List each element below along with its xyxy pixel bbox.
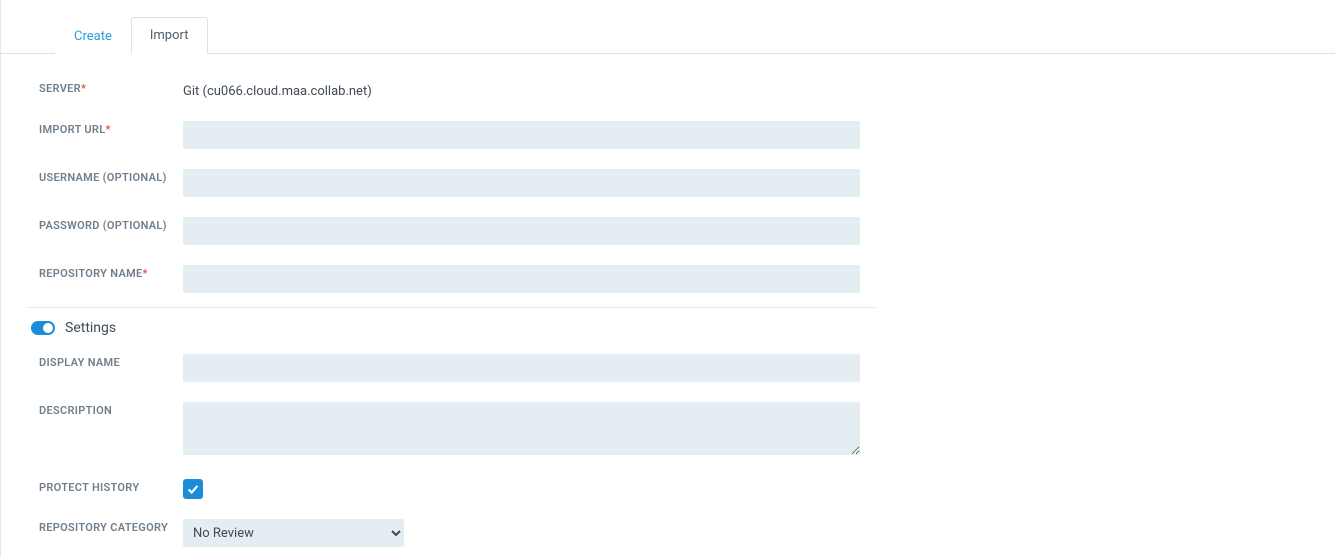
password-input[interactable] bbox=[183, 217, 860, 245]
description-input[interactable] bbox=[183, 402, 860, 455]
label-password: PASSWORD (OPTIONAL) bbox=[39, 217, 183, 235]
label-import-url: IMPORT URL* bbox=[39, 121, 183, 139]
repo-category-select[interactable]: No Review bbox=[183, 519, 404, 547]
protect-history-checkbox[interactable] bbox=[183, 479, 203, 499]
label-repo-category: REPOSITORY CATEGORY bbox=[39, 519, 183, 537]
import-url-input[interactable] bbox=[183, 121, 860, 149]
settings-toggle[interactable] bbox=[31, 321, 55, 335]
label-display-name: DISPLAY NAME bbox=[39, 354, 183, 372]
display-name-input[interactable] bbox=[183, 354, 860, 382]
label-username: USERNAME (OPTIONAL) bbox=[39, 169, 183, 187]
tab-import[interactable]: Import bbox=[131, 17, 208, 54]
username-input[interactable] bbox=[183, 169, 860, 197]
server-value: Git (cu066.cloud.maa.collab.net) bbox=[183, 84, 372, 99]
label-protect-history: PROTECT HISTORY bbox=[39, 479, 183, 497]
check-icon bbox=[186, 482, 200, 496]
label-repo-name: REPOSITORY NAME* bbox=[39, 265, 183, 283]
settings-label: Settings bbox=[65, 320, 116, 336]
label-description: DESCRIPTION bbox=[39, 402, 183, 420]
repo-name-input[interactable] bbox=[183, 265, 860, 293]
tab-create[interactable]: Create bbox=[55, 18, 131, 54]
label-server: SERVER* bbox=[39, 80, 183, 98]
tab-bar: Create Import bbox=[1, 0, 1335, 54]
